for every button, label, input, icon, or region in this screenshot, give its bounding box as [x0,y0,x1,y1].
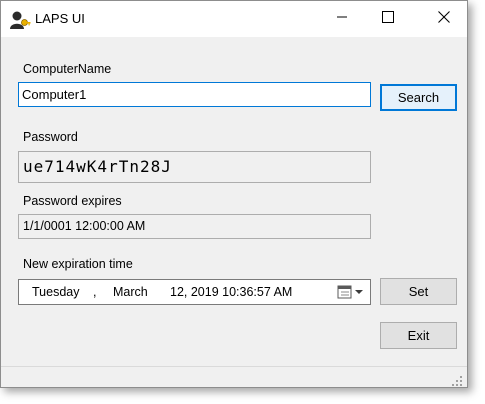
title-bar: LAPS UI [1,1,467,37]
window-title: LAPS UI [35,11,85,26]
password-expires-label: Password expires [23,194,122,208]
date-weekday: Tuesday [32,285,80,299]
close-icon [438,10,450,28]
status-bar [1,366,467,389]
minimize-button[interactable] [319,1,365,37]
calendar-dropdown-icon[interactable] [337,284,367,305]
date-separator: , [93,285,97,299]
date-day-year-time: 12, 2019 10:36:57 AM [170,285,293,299]
password-expires-field[interactable]: 1/1/0001 12:00:00 AM [18,214,371,239]
new-expiration-label: New expiration time [23,257,133,271]
date-month: March [113,285,148,299]
resize-grip-icon[interactable] [451,374,463,386]
search-button[interactable]: Search [380,84,457,111]
close-button[interactable] [421,1,467,37]
laps-window: LAPS UI ComputerName Search Password ue7… [0,0,468,388]
password-field[interactable]: ue714wK4rTn28J [18,151,371,183]
password-label: Password [23,130,78,144]
password-expires-value: 1/1/0001 12:00:00 AM [23,219,146,233]
maximize-button[interactable] [365,1,411,37]
expiration-date-picker[interactable]: Tuesday , March 12, 2019 10:36:57 AM [18,279,371,305]
set-button[interactable]: Set [380,278,457,305]
computer-name-input[interactable] [18,82,371,107]
exit-button[interactable]: Exit [380,322,457,349]
minimize-icon [336,10,348,28]
password-value: ue714wK4rTn28J [23,157,172,176]
computer-name-label: ComputerName [23,62,112,76]
user-key-icon [9,10,31,30]
maximize-icon [382,10,394,28]
